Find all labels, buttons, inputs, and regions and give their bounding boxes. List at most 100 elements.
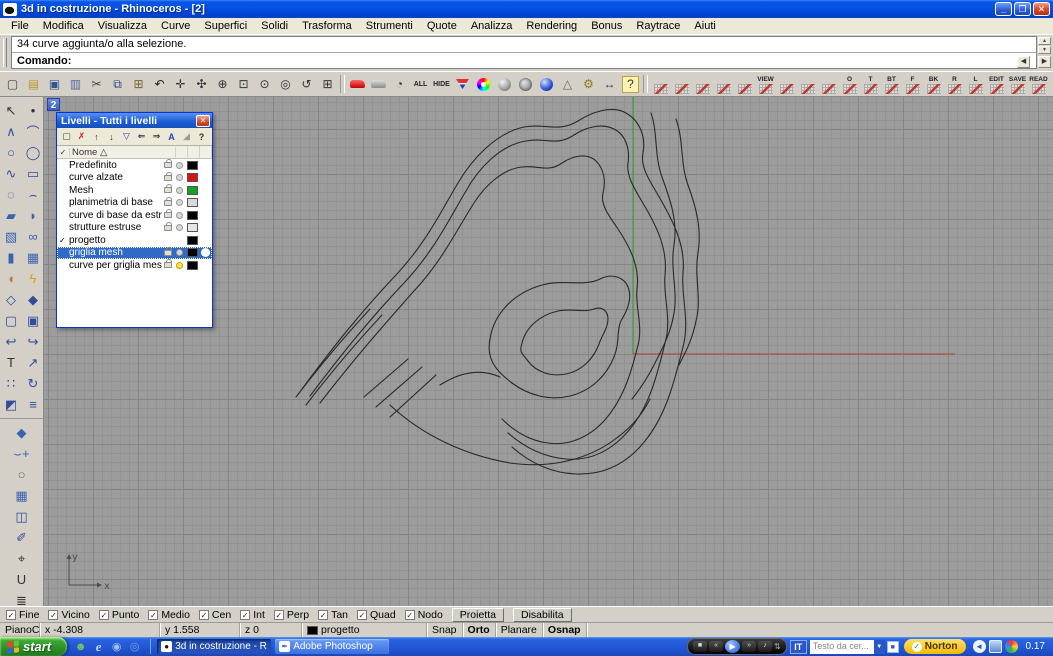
layers-bulb-column[interactable] [188,146,200,158]
layer-name[interactable]: griglia mesh [69,247,162,258]
checkbox-icon[interactable]: ✓ [357,610,367,620]
spin-up-button[interactable]: ▲ [1038,37,1051,45]
layers-help-button[interactable]: ? [195,130,208,144]
layer-color-swatch[interactable] [187,173,198,182]
sphere-icon[interactable]: ∞ [22,226,44,247]
zoom-window-icon[interactable]: ⊡ [233,74,254,95]
history-clock-icon[interactable]: ◔ [389,74,410,95]
cplane-origin-icon[interactable]: O [839,72,860,96]
media-previous-button[interactable]: « [709,641,723,652]
menu-item[interactable]: Analizza [464,19,520,33]
osnap-checkbox[interactable]: ✓ Cen [199,609,231,621]
layer-color-swatch[interactable] [187,248,198,257]
layer-wedge-icon[interactable] [452,74,473,95]
status-toggle-pane[interactable]: Osnap [543,623,587,637]
cplane-read-icon[interactable]: READ [1028,72,1049,96]
undo-icon[interactable]: ↶ [149,74,170,95]
status-toggle-pane[interactable]: Snap [427,623,463,637]
layer-name[interactable]: Mesh [69,185,162,196]
project-button[interactable]: Proietta [452,608,504,622]
offset-surface-icon[interactable]: ◆ [11,422,33,443]
lock-icon[interactable] [164,162,172,168]
menu-item[interactable]: Quote [420,19,464,33]
bulb-icon[interactable] [176,174,183,181]
lock-icon[interactable] [164,212,172,218]
restore-button[interactable]: ❐ [1014,2,1031,16]
curve per griglia mesh[interactable]: curve per griglia mesh [57,259,212,272]
explode-icon[interactable]: ϟ [22,268,44,289]
undo-cplane-icon[interactable]: ↶ [1049,72,1053,96]
layer-name[interactable]: curve alzate [69,172,162,183]
checkbox-icon[interactable]: ✓ [199,610,209,620]
command-prompt[interactable]: Comando: [12,53,1036,68]
layer-color-swatch[interactable] [187,261,198,270]
control-point-curve-icon[interactable]: ⌒ [22,121,44,142]
strutture estruse[interactable]: strutture estruse [57,222,212,235]
ring-icon[interactable]: ○ [11,464,33,485]
checkbox-icon[interactable]: ✓ [240,610,250,620]
rotate-tool-icon[interactable]: ↻ [22,373,44,394]
ie-icon[interactable]: e [91,639,106,654]
bulb-icon[interactable] [176,224,183,231]
command-grip[interactable] [3,38,7,67]
zoom-dynamic-icon[interactable]: ⊕ [212,74,233,95]
menu-item[interactable]: Bonus [584,19,629,33]
messenger-icon[interactable]: ☻ [73,639,88,654]
cplane-zaxis-icon[interactable] [776,72,797,96]
layer-name[interactable]: curve di base da estru... [69,210,162,221]
save-file-icon[interactable]: ▣ [44,74,65,95]
lock-icon[interactable] [164,175,172,181]
menu-item[interactable]: Trasforma [295,19,359,33]
tray-color-orb-icon[interactable] [1005,640,1018,653]
select-rect-icon[interactable]: ▢ [0,310,22,331]
ucplane-icon[interactable]: U [11,569,33,590]
lock-icon[interactable] [164,225,172,231]
mesh-tool-icon[interactable]: ▦ [11,485,33,506]
planimetria di base[interactable]: planimetria di base [57,197,212,210]
bulb-icon[interactable] [176,187,183,194]
layers-panel-titlebar[interactable]: Livelli - Tutti i livelli ✕ [57,113,212,128]
checkbox-icon[interactable]: ✓ [405,610,415,620]
progetto[interactable]: ✓ progetto [57,234,212,247]
scroll-right-button[interactable]: ▶ [1038,56,1051,68]
layer-color-swatch[interactable] [187,198,198,207]
chamfer-icon[interactable]: ◆ [22,289,44,310]
menu-item[interactable]: Modifica [36,19,91,33]
select-arrow-icon[interactable]: ↖ [0,100,22,121]
checkbox-icon[interactable]: ✓ [148,610,158,620]
scroll-left-button[interactable]: ◀ [1017,56,1030,68]
zoom-selected-icon[interactable]: ⊙ [254,74,275,95]
task-rhino[interactable]: ● 3d in costruzione - Rh... [157,639,271,654]
cone-icon[interactable]: △ [557,74,578,95]
layer-color-swatch[interactable] [187,211,198,220]
cplane-move-icon[interactable] [734,72,755,96]
osnap-checkbox[interactable]: ✓ Tan [318,609,348,621]
menu-item[interactable]: Strumenti [359,19,420,33]
shaded-sphere-icon[interactable] [536,74,557,95]
minimize-button[interactable]: _ [995,2,1012,16]
bulb-icon[interactable] [176,212,183,219]
viewport-title-tab[interactable]: 2 [47,98,60,111]
status-toggle-pane[interactable]: Planare [496,623,543,637]
osnap-checkbox[interactable]: ✓ Int [240,609,265,621]
mesh-box-icon[interactable]: ▦ [22,247,44,268]
osnap-checkbox[interactable]: ✓ Vicino [48,609,89,621]
texture-sphere-icon[interactable] [515,74,536,95]
cplane-save-icon[interactable]: SAVE [1007,72,1028,96]
rotate-view-icon[interactable]: ✣ [191,74,212,95]
layer-name[interactable]: progetto [69,235,162,246]
surface-revolve-icon[interactable]: ◗ [22,205,44,226]
target-icon[interactable]: ⌖ [11,548,33,569]
rectangle-icon[interactable]: ▭ [22,163,44,184]
osnap-checkbox[interactable]: ✓ Quad [357,609,396,621]
lock-icon[interactable] [164,250,172,256]
osnap-checkbox[interactable]: ✓ Medio [148,609,190,621]
cplane-pane[interactable]: PianoC [0,623,40,637]
cplane-set-icon[interactable] [650,72,671,96]
layer-color-swatch[interactable] [187,236,198,245]
match-layer-button[interactable]: A [165,130,178,144]
cplane-edit-icon[interactable]: EDIT [986,72,1007,96]
disable-button[interactable]: Disabilita [513,608,572,622]
new-layer-button[interactable]: ▢ [60,130,73,144]
status-toggle-pane[interactable]: Orto [463,623,496,637]
